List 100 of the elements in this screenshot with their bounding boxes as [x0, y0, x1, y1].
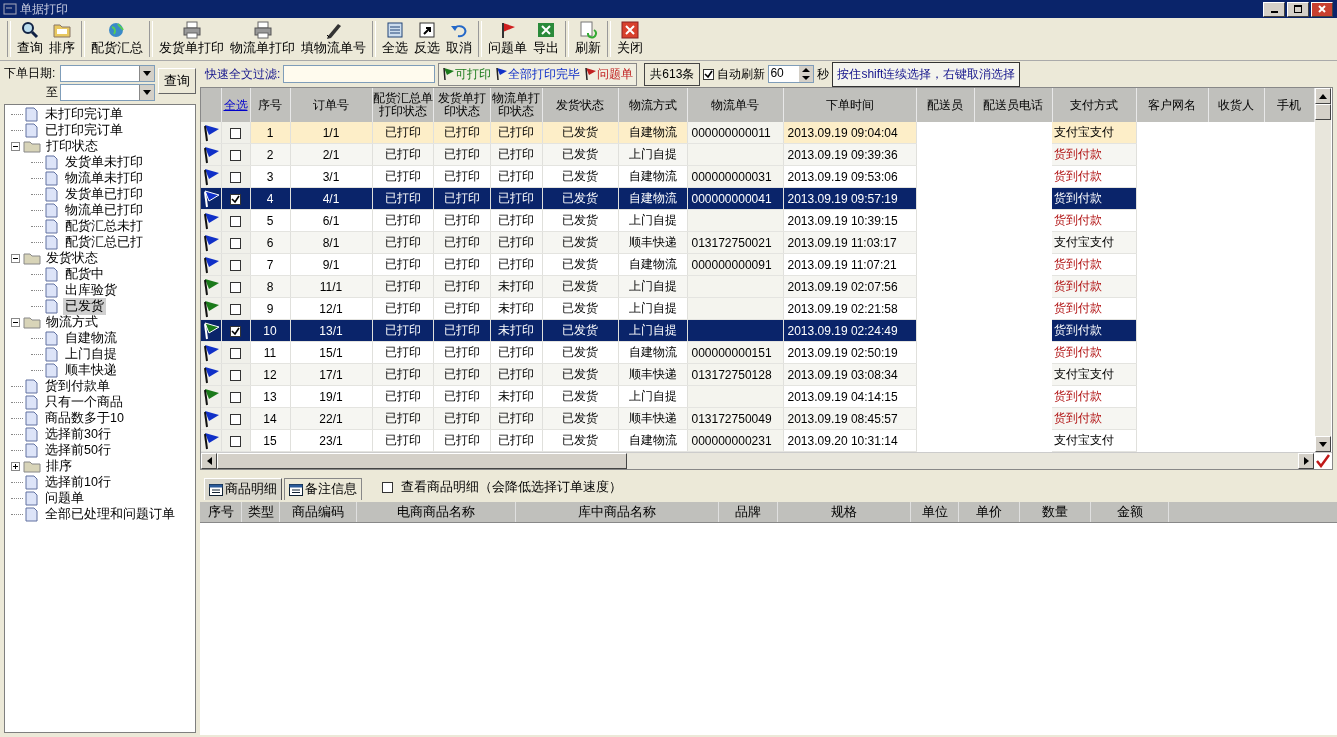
date-to-field[interactable] [60, 84, 155, 101]
table-row[interactable]: 8 11/1 已打印 已打印 未打印 已发货 上门自提 2013.09.19 02:07:56 货到付款 [201, 275, 1314, 298]
tree-item[interactable]: 排序 [44, 457, 74, 475]
table-row[interactable]: 10 13/1 已打印 已打印 未打印 已发货 上门自提 2013.09.19 02:24:49 货到付款 [201, 319, 1314, 342]
tree-item[interactable]: 只有一个商品 [43, 393, 125, 411]
table-row[interactable]: 13 19/1 已打印 已打印 未打印 已发货 上门自提 2013.09.19 04:14:15 货到付款 [201, 385, 1314, 408]
tree-item[interactable]: 问题单 [43, 489, 86, 507]
toolbar-button[interactable]: 填物流单号 [298, 19, 369, 59]
date-label: 下单日期: [4, 65, 57, 82]
tree-item[interactable]: 物流单已打印 [63, 201, 145, 219]
tree-item[interactable]: 上门自提 [63, 345, 119, 363]
tree-item[interactable]: 配货汇总已打 [63, 233, 145, 251]
toolbar-button[interactable]: 问题单 [485, 19, 530, 59]
tree-item[interactable]: 配货中 [63, 265, 106, 283]
vertical-scrollbar[interactable] [1314, 88, 1331, 452]
toolbar-button[interactable]: 刷新 [572, 19, 604, 59]
tree-item[interactable]: 商品数多于10 [43, 409, 126, 427]
row-checkbox[interactable] [230, 413, 241, 425]
tree-item[interactable]: 自建物流 [63, 329, 119, 347]
expander-icon[interactable] [11, 141, 21, 151]
tree-item[interactable]: 选择前10行 [43, 473, 113, 491]
row-checkbox[interactable] [230, 281, 241, 293]
minimize-button[interactable] [1263, 1, 1285, 17]
row-checkbox[interactable] [230, 193, 241, 205]
toolbar-button[interactable]: 反选 [411, 19, 443, 59]
scroll-right-icon[interactable] [1303, 457, 1309, 465]
row-checkbox[interactable] [230, 215, 241, 227]
hint-text: 按住shift连续选择，右键取消选择 [832, 61, 1021, 87]
tree-item[interactable]: 物流单未打印 [63, 169, 145, 187]
date-from-field[interactable] [60, 65, 155, 82]
row-checkbox[interactable] [230, 325, 241, 337]
tree-item[interactable]: 已打印完订单 [43, 121, 125, 139]
table-row[interactable]: 12 17/1 已打印 已打印 已打印 已发货 顺丰快递 013172750128 2013.09.19 03:08:34 支付宝支付 [201, 363, 1314, 386]
row-checkbox[interactable] [230, 237, 241, 249]
spin-arrows-icon[interactable] [802, 67, 811, 81]
close-button[interactable] [1311, 1, 1333, 17]
table-row[interactable]: 2 2/1 已打印 已打印 已打印 已发货 上门自提 2013.09.19 09:39:36 货到付款 [201, 143, 1314, 166]
tree-item[interactable]: 发货状态 [44, 249, 100, 267]
maximize-button[interactable] [1287, 1, 1309, 17]
row-checkbox[interactable] [230, 391, 241, 403]
tree-item[interactable]: 选择前50行 [43, 441, 113, 459]
toolbar-button[interactable]: 查询 [14, 19, 46, 59]
tree-item[interactable]: 全部已处理和问题订单 [43, 505, 177, 523]
toolbar-button[interactable]: 配货汇总 [88, 19, 146, 59]
table-row[interactable]: 9 12/1 已打印 已打印 未打印 已发货 上门自提 2013.09.19 02:21:58 货到付款 [201, 297, 1314, 320]
filter-field[interactable] [283, 65, 436, 83]
expander-icon[interactable] [11, 461, 21, 471]
scroll-thumb[interactable] [217, 453, 627, 469]
expander-icon[interactable] [11, 317, 21, 327]
toolbar-button[interactable]: 导出 [530, 19, 562, 59]
row-checkbox[interactable] [230, 259, 241, 271]
expander-icon[interactable] [11, 253, 21, 263]
tree-item[interactable]: 已发货 [63, 297, 106, 315]
toolbar-button[interactable]: 取消 [443, 19, 475, 59]
checkbox[interactable] [382, 481, 393, 493]
refresh-interval-field[interactable]: 60 [768, 65, 815, 83]
document-icon [45, 218, 58, 234]
dropdown-arrow-icon[interactable] [143, 90, 151, 95]
tree-item[interactable]: 发货单已打印 [63, 185, 145, 203]
dropdown-arrow-icon[interactable] [143, 71, 151, 76]
row-checkbox[interactable] [230, 303, 241, 315]
tree-item[interactable]: 发货单未打印 [63, 153, 145, 171]
table-row[interactable]: 15 23/1 已打印 已打印 已打印 已发货 自建物流 000000000231 2013.09.20 10:31:14 支付宝支付 [201, 429, 1314, 452]
tree-item[interactable]: 配货汇总未打 [63, 217, 145, 235]
scroll-down-icon[interactable] [1318, 441, 1327, 447]
tree-item[interactable]: 打印状态 [44, 137, 100, 155]
tree-item[interactable]: 出库验货 [63, 281, 119, 299]
tab[interactable]: 商品明细 [204, 478, 282, 500]
tab[interactable]: 备注信息 [284, 478, 362, 500]
table-row[interactable]: 14 22/1 已打印 已打印 已打印 已发货 顺丰快递 013172750049 2013.09.19 08:45:57 货到付款 [201, 407, 1314, 430]
tree-item[interactable]: 货到付款单 [43, 377, 112, 395]
toolbar-button[interactable]: 排序 [46, 19, 78, 59]
horizontal-scrollbar[interactable] [201, 453, 1314, 469]
query-button[interactable]: 查询 [158, 68, 196, 94]
tree-item[interactable]: 选择前30行 [43, 425, 113, 443]
toolbar-button[interactable]: 发货单打印 [156, 19, 227, 59]
toolbar-button[interactable]: 全选 [379, 19, 411, 59]
scroll-up-icon[interactable] [1318, 93, 1327, 99]
row-checkbox[interactable] [230, 369, 241, 381]
row-checkbox[interactable] [230, 435, 241, 447]
form-icon [289, 483, 303, 496]
table-row[interactable]: 3 3/1 已打印 已打印 已打印 已发货 自建物流 000000000031 2013.09.19 09:53:06 货到付款 [201, 165, 1314, 188]
row-checkbox[interactable] [230, 127, 241, 139]
tree-item[interactable]: 未打印完订单 [43, 105, 125, 123]
column-header: 物流单号 [687, 88, 783, 122]
table-row[interactable]: 1 1/1 已打印 已打印 已打印 已发货 自建物流 000000000011 2013.09.19 09:04:04 支付宝支付 [201, 122, 1314, 144]
tree-item[interactable]: 顺丰快递 [63, 361, 119, 379]
scroll-left-icon[interactable] [206, 457, 212, 465]
tree-item[interactable]: 物流方式 [44, 313, 100, 331]
table-row[interactable]: 6 8/1 已打印 已打印 已打印 已发货 顺丰快递 013172750021 2013.09.19 11:03:17 支付宝支付 [201, 231, 1314, 254]
row-checkbox[interactable] [230, 347, 241, 359]
table-row[interactable]: 5 6/1 已打印 已打印 已打印 已发货 上门自提 2013.09.19 10:39:15 货到付款 [201, 209, 1314, 232]
toolbar-button[interactable]: 关闭 [614, 19, 646, 59]
table-row[interactable]: 11 15/1 已打印 已打印 已打印 已发货 自建物流 000000000151 2013.09.19 02:50:19 货到付款 [201, 341, 1314, 364]
table-row[interactable]: 4 4/1 已打印 已打印 已打印 已发货 自建物流 000000000041 2013.09.19 09:57:19 货到付款 [201, 187, 1314, 210]
table-row[interactable]: 7 9/1 已打印 已打印 已打印 已发货 自建物流 000000000091 2013.09.19 11:07:21 货到付款 [201, 253, 1314, 276]
toolbar-button[interactable]: 物流单打印 [227, 19, 298, 59]
row-checkbox[interactable] [230, 149, 241, 161]
checkbox[interactable] [703, 68, 715, 80]
row-checkbox[interactable] [230, 171, 241, 183]
